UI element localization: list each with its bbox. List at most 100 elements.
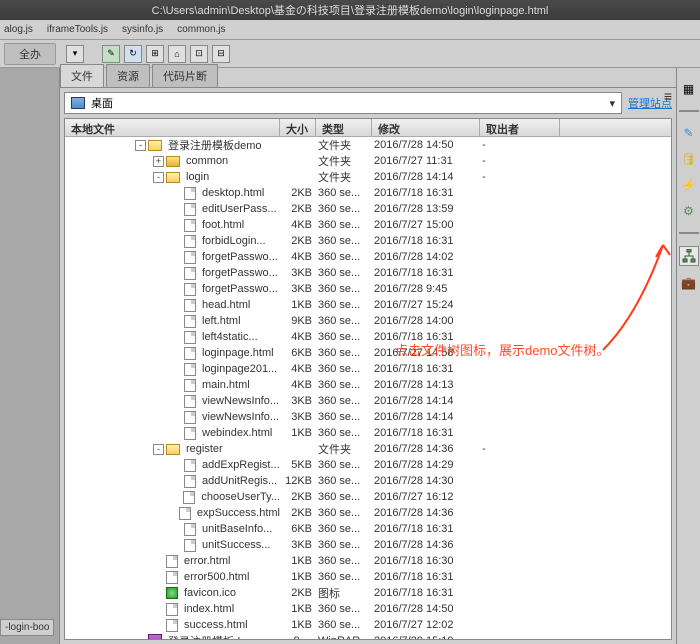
panel-tab-snippets[interactable]: 代码片断 <box>152 64 218 87</box>
tree-row[interactable]: forgetPasswo...4KB360 se...2016/7/28 14:… <box>65 249 671 265</box>
tree-row[interactable]: editUserPass...2KB360 se...2016/7/28 13:… <box>65 201 671 217</box>
tree-row[interactable]: error.html1KB360 se...2016/7/18 16:30 <box>65 553 671 569</box>
file-type: 360 se... <box>316 251 372 263</box>
rt-brush-icon[interactable]: ✎ <box>680 124 698 142</box>
file-name: login <box>186 171 209 183</box>
file-checkedout: - <box>480 171 560 183</box>
tree-row[interactable]: forgetPasswo...3KB360 se...2016/7/28 9:4… <box>65 281 671 297</box>
tree-row[interactable]: -登录注册模板demo文件夹2016/7/28 14:50- <box>65 137 671 153</box>
tree-row[interactable]: forbidLogin...2KB360 se...2016/7/18 16:3… <box>65 233 671 249</box>
tree-row[interactable]: -register文件夹2016/7/28 14:36- <box>65 441 671 457</box>
col-type[interactable]: 类型 <box>316 119 372 136</box>
tree-row[interactable]: loginpage201...4KB360 se...2016/7/18 16:… <box>65 361 671 377</box>
file-type: 360 se... <box>316 187 372 199</box>
file-name: register <box>186 443 223 455</box>
doc-mode-button[interactable]: 全办 <box>4 43 56 65</box>
expander-icon[interactable]: - <box>135 140 146 151</box>
tree-row[interactable]: forgetPasswo...3KB360 se...2016/7/18 16:… <box>65 265 671 281</box>
tree-row[interactable]: index.html1KB360 se...2016/7/28 14:50 <box>65 601 671 617</box>
tree-row[interactable]: loginpage.html6KB360 se...2016/7/27 14:5… <box>65 345 671 361</box>
tree-row[interactable]: head.html1KB360 se...2016/7/27 15:24 <box>65 297 671 313</box>
file-date: 2016/7/28 9:45 <box>372 283 480 295</box>
tree-row[interactable]: error500.html1KB360 se...2016/7/18 16:31 <box>65 569 671 585</box>
tree-row[interactable]: chooseUserTy...2KB360 se...2016/7/27 16:… <box>65 489 671 505</box>
tree-row[interactable]: -login文件夹2016/7/28 14:14- <box>65 169 671 185</box>
html-file-icon <box>184 475 196 488</box>
tree-row[interactable]: viewNewsInfo...3KB360 se...2016/7/28 14:… <box>65 409 671 425</box>
html-file-icon <box>184 299 196 312</box>
tree-row[interactable]: viewNewsInfo...3KB360 se...2016/7/28 14:… <box>65 393 671 409</box>
file-type: WinRAR... <box>316 635 372 639</box>
file-size: 4KB <box>280 363 316 375</box>
tree-row[interactable]: favicon.ico2KB图标2016/7/18 16:31 <box>65 585 671 601</box>
expander-icon[interactable]: - <box>153 172 164 183</box>
tree-row[interactable]: unitBaseInfo...6KB360 se...2016/7/18 16:… <box>65 521 671 537</box>
tree-body[interactable]: -登录注册模板demo文件夹2016/7/28 14:50-+common文件夹… <box>65 137 671 639</box>
tree-row[interactable]: left.html9KB360 se...2016/7/28 14:00 <box>65 313 671 329</box>
tree-row[interactable]: expSuccess.html2KB360 se...2016/7/28 14:… <box>65 505 671 521</box>
file-type: 360 se... <box>316 507 372 519</box>
file-tab[interactable]: iframeTools.js <box>47 24 108 35</box>
titlebar: C:\Users\admin\Desktop\基金の科技项目\登录注册模板dem… <box>0 0 700 20</box>
tb-icon-6[interactable]: ⊟ <box>212 45 230 63</box>
rt-gear-icon[interactable]: ⚙ <box>680 202 698 220</box>
rt-database-icon[interactable]: 🛢 <box>680 150 698 168</box>
rt-flash-icon[interactable]: ⚡ <box>680 176 698 194</box>
panel-tab-files[interactable]: 文件 <box>60 64 104 87</box>
html-file-icon <box>184 283 196 296</box>
location-select[interactable]: 桌面 ▾ <box>64 92 622 114</box>
file-name: success.html <box>184 619 248 631</box>
tb-icon-3[interactable]: ⊞ <box>146 45 164 63</box>
col-name[interactable]: 本地文件 <box>65 119 280 136</box>
expander-icon[interactable]: + <box>153 156 164 167</box>
file-name: 登录注册模板demo.rar <box>168 633 278 639</box>
tree-row[interactable]: main.html4KB360 se...2016/7/28 14:13 <box>65 377 671 393</box>
html-file-icon <box>166 571 178 584</box>
tree-row[interactable]: foot.html4KB360 se...2016/7/27 15:00 <box>65 217 671 233</box>
tb-icon-5[interactable]: ⊡ <box>190 45 208 63</box>
panel-menu-icon[interactable]: ≡ <box>664 88 672 104</box>
col-by[interactable]: 取出者 <box>480 119 560 136</box>
file-tab[interactable]: common.js <box>177 24 225 35</box>
tree-row[interactable]: addUnitRegis...12KB360 se...2016/7/28 14… <box>65 473 671 489</box>
panel-tab-assets[interactable]: 资源 <box>106 64 150 87</box>
location-row: 桌面 ▾ 管理站点 <box>60 88 676 118</box>
file-size: 3KB <box>280 539 316 551</box>
tree-row[interactable]: desktop.html2KB360 se...2016/7/18 16:31 <box>65 185 671 201</box>
tb-icon-4[interactable]: ⌂ <box>168 45 186 63</box>
file-type: 360 se... <box>316 555 372 567</box>
doc-dropdown-icon[interactable]: ▾ <box>66 45 84 63</box>
tb-icon-1[interactable]: ✎ <box>102 45 120 63</box>
col-date[interactable]: 修改 <box>372 119 480 136</box>
col-size[interactable]: 大小 <box>280 119 316 136</box>
rt-layout-icon[interactable]: ▦ <box>680 80 698 98</box>
chevron-down-icon: ▾ <box>609 97 615 110</box>
file-size: 12KB <box>280 475 316 487</box>
file-tab[interactable]: alog.js <box>4 24 33 35</box>
html-file-icon <box>166 603 178 616</box>
tree-row[interactable]: 登录注册模板demo.rar9....WinRAR...2016/7/29 15… <box>65 633 671 639</box>
file-size: 2KB <box>280 187 316 199</box>
tree-row[interactable]: success.html1KB360 se...2016/7/27 12:02 <box>65 617 671 633</box>
tree-row[interactable]: left4static...4KB360 se...2016/7/18 16:3… <box>65 329 671 345</box>
rt-filetree-icon[interactable] <box>679 246 699 266</box>
file-type: 文件夹 <box>316 153 372 169</box>
file-name: webindex.html <box>202 427 272 439</box>
tree-row[interactable]: webindex.html1KB360 se...2016/7/18 16:31 <box>65 425 671 441</box>
file-name: error.html <box>184 555 230 567</box>
file-date: 2016/7/28 14:50 <box>372 139 480 151</box>
html-file-icon <box>166 555 178 568</box>
file-tab[interactable]: sysinfo.js <box>122 24 163 35</box>
left-bottom-tab[interactable]: -login-boo <box>0 619 54 636</box>
html-file-icon <box>183 491 195 504</box>
rt-briefcase-icon[interactable]: 💼 <box>680 274 698 292</box>
tb-icon-2[interactable]: ↻ <box>124 45 142 63</box>
expander-icon[interactable]: - <box>153 444 164 455</box>
tree-row[interactable]: +common文件夹2016/7/27 11:31- <box>65 153 671 169</box>
html-file-icon <box>184 315 196 328</box>
tree-row[interactable]: addExpRegist...5KB360 se...2016/7/28 14:… <box>65 457 671 473</box>
rar-file-icon <box>148 634 162 639</box>
tree-row[interactable]: unitSuccess...3KB360 se...2016/7/28 14:3… <box>65 537 671 553</box>
file-type: 360 se... <box>316 411 372 423</box>
file-size: 9KB <box>280 315 316 327</box>
